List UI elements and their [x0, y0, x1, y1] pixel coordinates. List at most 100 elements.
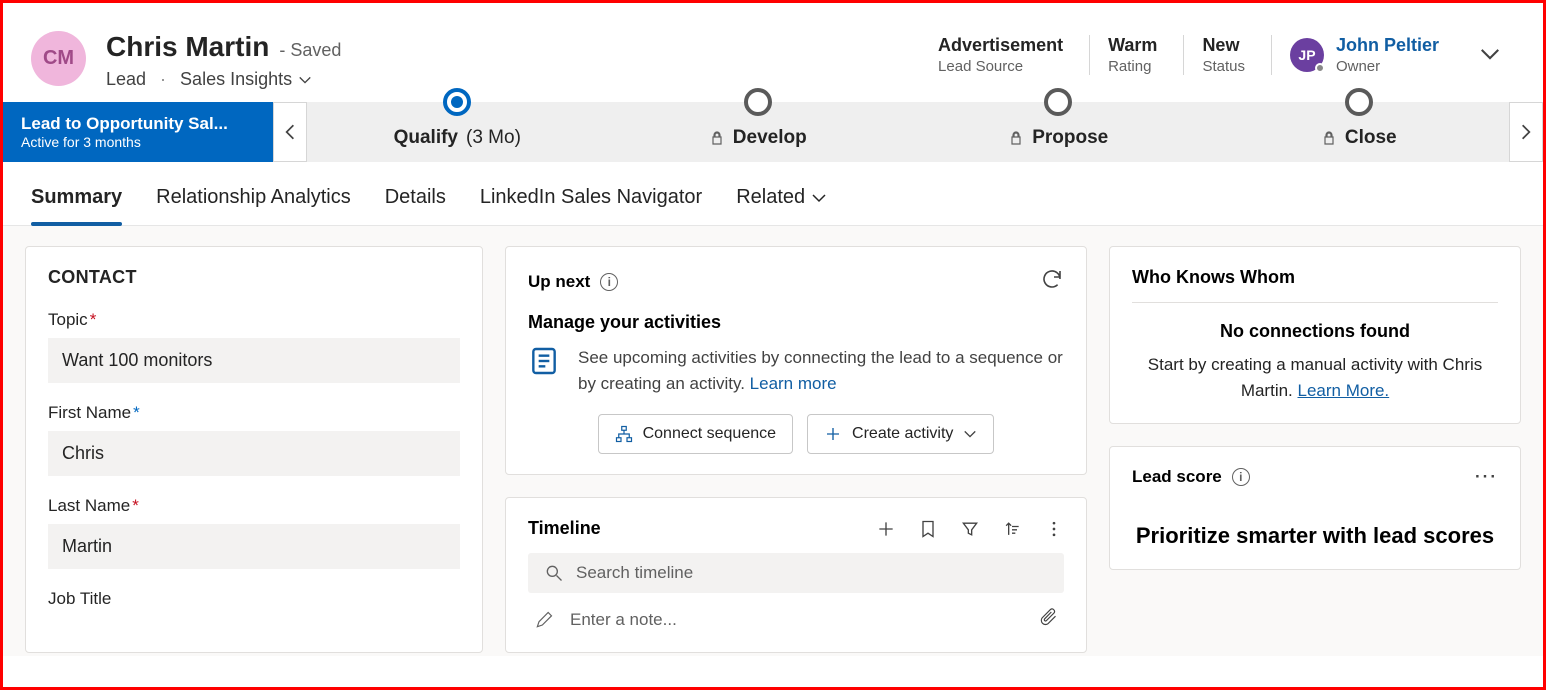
- owner-initials: JP: [1298, 47, 1315, 63]
- process-flow: Lead to Opportunity Sal... Active for 3 …: [3, 102, 1543, 162]
- job-title-label: Job Title: [48, 589, 460, 609]
- sitemap-icon: [615, 425, 633, 443]
- last-name-input[interactable]: [48, 524, 460, 569]
- lead-score-card: Lead score i ··· Prioritize smarter with…: [1109, 446, 1521, 570]
- topic-label: Topic*: [48, 310, 460, 330]
- stage-close[interactable]: Close: [1209, 102, 1510, 162]
- main-grid: CONTACT Topic* First Name* Last Name* Jo…: [3, 226, 1543, 656]
- process-next-button[interactable]: [1509, 102, 1543, 162]
- middle-column: Up next i Manage your activities See upc…: [505, 246, 1087, 653]
- stage-propose[interactable]: Propose: [908, 102, 1209, 162]
- last-name-label: Last Name*: [48, 496, 460, 516]
- owner-label: Owner: [1336, 58, 1439, 75]
- stage-indicator-icon: [443, 88, 471, 116]
- chevron-down-icon: [811, 190, 827, 206]
- attach-button[interactable]: [1038, 607, 1058, 632]
- meta-value: Warm: [1108, 35, 1157, 56]
- manage-title: Manage your activities: [528, 312, 1064, 333]
- stage-label: Develop: [733, 127, 807, 149]
- sequence-doc-icon: [528, 345, 560, 382]
- form-name: Sales Insights: [180, 69, 292, 90]
- record-name: Chris Martin: [106, 31, 269, 63]
- tab-linkedin-sales-navigator[interactable]: LinkedIn Sales Navigator: [480, 186, 702, 225]
- header-expand-button[interactable]: [1465, 35, 1515, 78]
- contact-section-title: CONTACT: [48, 267, 460, 288]
- stage-indicator-icon: [744, 88, 772, 116]
- tab-relationship-analytics[interactable]: Relationship Analytics: [156, 186, 351, 225]
- topic-input[interactable]: [48, 338, 460, 383]
- first-name-input[interactable]: [48, 431, 460, 476]
- timeline-bookmark-button[interactable]: [918, 519, 938, 539]
- chevron-left-icon: [281, 123, 299, 141]
- meta-value: Advertisement: [938, 35, 1063, 56]
- button-label: Create activity: [852, 425, 953, 443]
- learn-more-link[interactable]: Learn more: [750, 374, 837, 393]
- more-vertical-icon: [1044, 519, 1064, 539]
- stage-label: Qualify: [394, 127, 458, 149]
- tab-summary[interactable]: Summary: [31, 186, 122, 225]
- timeline-filter-button[interactable]: [960, 519, 980, 539]
- form-selector[interactable]: Sales Insights: [180, 69, 312, 90]
- stage-label: Close: [1345, 127, 1397, 149]
- meta-owner[interactable]: JP John Peltier Owner: [1271, 35, 1439, 75]
- presence-indicator: [1315, 63, 1325, 73]
- tab-label: Related: [736, 186, 805, 209]
- bookmark-icon: [918, 519, 938, 539]
- meta-label: Rating: [1108, 58, 1157, 75]
- pencil-icon: [534, 610, 554, 630]
- who-knows-title: No connections found: [1132, 321, 1498, 342]
- manage-text: See upcoming activities by connecting th…: [578, 345, 1064, 396]
- stage-develop[interactable]: Develop: [608, 102, 909, 162]
- search-icon: [544, 563, 564, 583]
- meta-label: Lead Source: [938, 58, 1063, 75]
- tab-details[interactable]: Details: [385, 186, 446, 225]
- separator-dot: ·: [160, 69, 166, 90]
- who-knows-header: Who Knows Whom: [1132, 267, 1498, 303]
- lock-icon: [1321, 130, 1337, 146]
- plus-icon: [876, 519, 896, 539]
- first-name-label: First Name*: [48, 403, 460, 423]
- meta-status[interactable]: New Status: [1183, 35, 1245, 75]
- process-header[interactable]: Lead to Opportunity Sal... Active for 3 …: [3, 102, 273, 162]
- stage-indicator-icon: [1044, 88, 1072, 116]
- filter-icon: [960, 519, 980, 539]
- stage-qualify[interactable]: Qualify (3 Mo): [307, 102, 608, 162]
- contact-card: CONTACT Topic* First Name* Last Name* Jo…: [25, 246, 483, 653]
- refresh-icon: [1040, 267, 1064, 291]
- chevron-down-icon: [963, 427, 977, 441]
- info-icon[interactable]: i: [600, 273, 618, 291]
- timeline-more-button[interactable]: [1044, 519, 1064, 539]
- stage-duration: (3 Mo): [466, 127, 521, 149]
- owner-name: John Peltier: [1336, 35, 1439, 56]
- timeline-add-button[interactable]: [876, 519, 896, 539]
- who-knows-text: Start by creating a manual activity with…: [1132, 352, 1498, 403]
- meta-lead-source[interactable]: Advertisement Lead Source: [938, 35, 1063, 75]
- lead-score-headline: Prioritize smarter with lead scores: [1132, 523, 1498, 549]
- timeline-note-input[interactable]: Enter a note...: [528, 593, 1064, 632]
- timeline-toolbar: [876, 519, 1064, 539]
- meta-rating[interactable]: Warm Rating: [1089, 35, 1157, 75]
- chevron-right-icon: [1517, 123, 1535, 141]
- tab-related[interactable]: Related: [736, 186, 827, 225]
- up-next-card: Up next i Manage your activities See upc…: [505, 246, 1087, 475]
- refresh-button[interactable]: [1040, 267, 1064, 296]
- chevron-down-icon: [1479, 43, 1501, 65]
- who-knows-learn-more-link[interactable]: Learn More.: [1298, 381, 1390, 400]
- title-block: Chris Martin - Saved Lead · Sales Insigh…: [106, 31, 341, 90]
- process-prev-button[interactable]: [273, 102, 307, 162]
- info-icon[interactable]: i: [1232, 468, 1250, 486]
- process-subtitle: Active for 3 months: [21, 134, 255, 150]
- process-title: Lead to Opportunity Sal...: [21, 114, 255, 134]
- lock-icon: [1008, 130, 1024, 146]
- paperclip-icon: [1038, 607, 1058, 627]
- lead-score-more-button[interactable]: ···: [1475, 467, 1498, 487]
- create-activity-button[interactable]: Create activity: [807, 414, 994, 454]
- button-label: Connect sequence: [643, 425, 776, 443]
- meta-label: Status: [1202, 58, 1245, 75]
- timeline-sort-button[interactable]: [1002, 519, 1022, 539]
- timeline-search[interactable]: Search timeline: [528, 553, 1064, 593]
- right-column: Who Knows Whom No connections found Star…: [1109, 246, 1521, 653]
- owner-avatar: JP: [1290, 38, 1324, 72]
- connect-sequence-button[interactable]: Connect sequence: [598, 414, 793, 454]
- stage-label: Propose: [1032, 127, 1108, 149]
